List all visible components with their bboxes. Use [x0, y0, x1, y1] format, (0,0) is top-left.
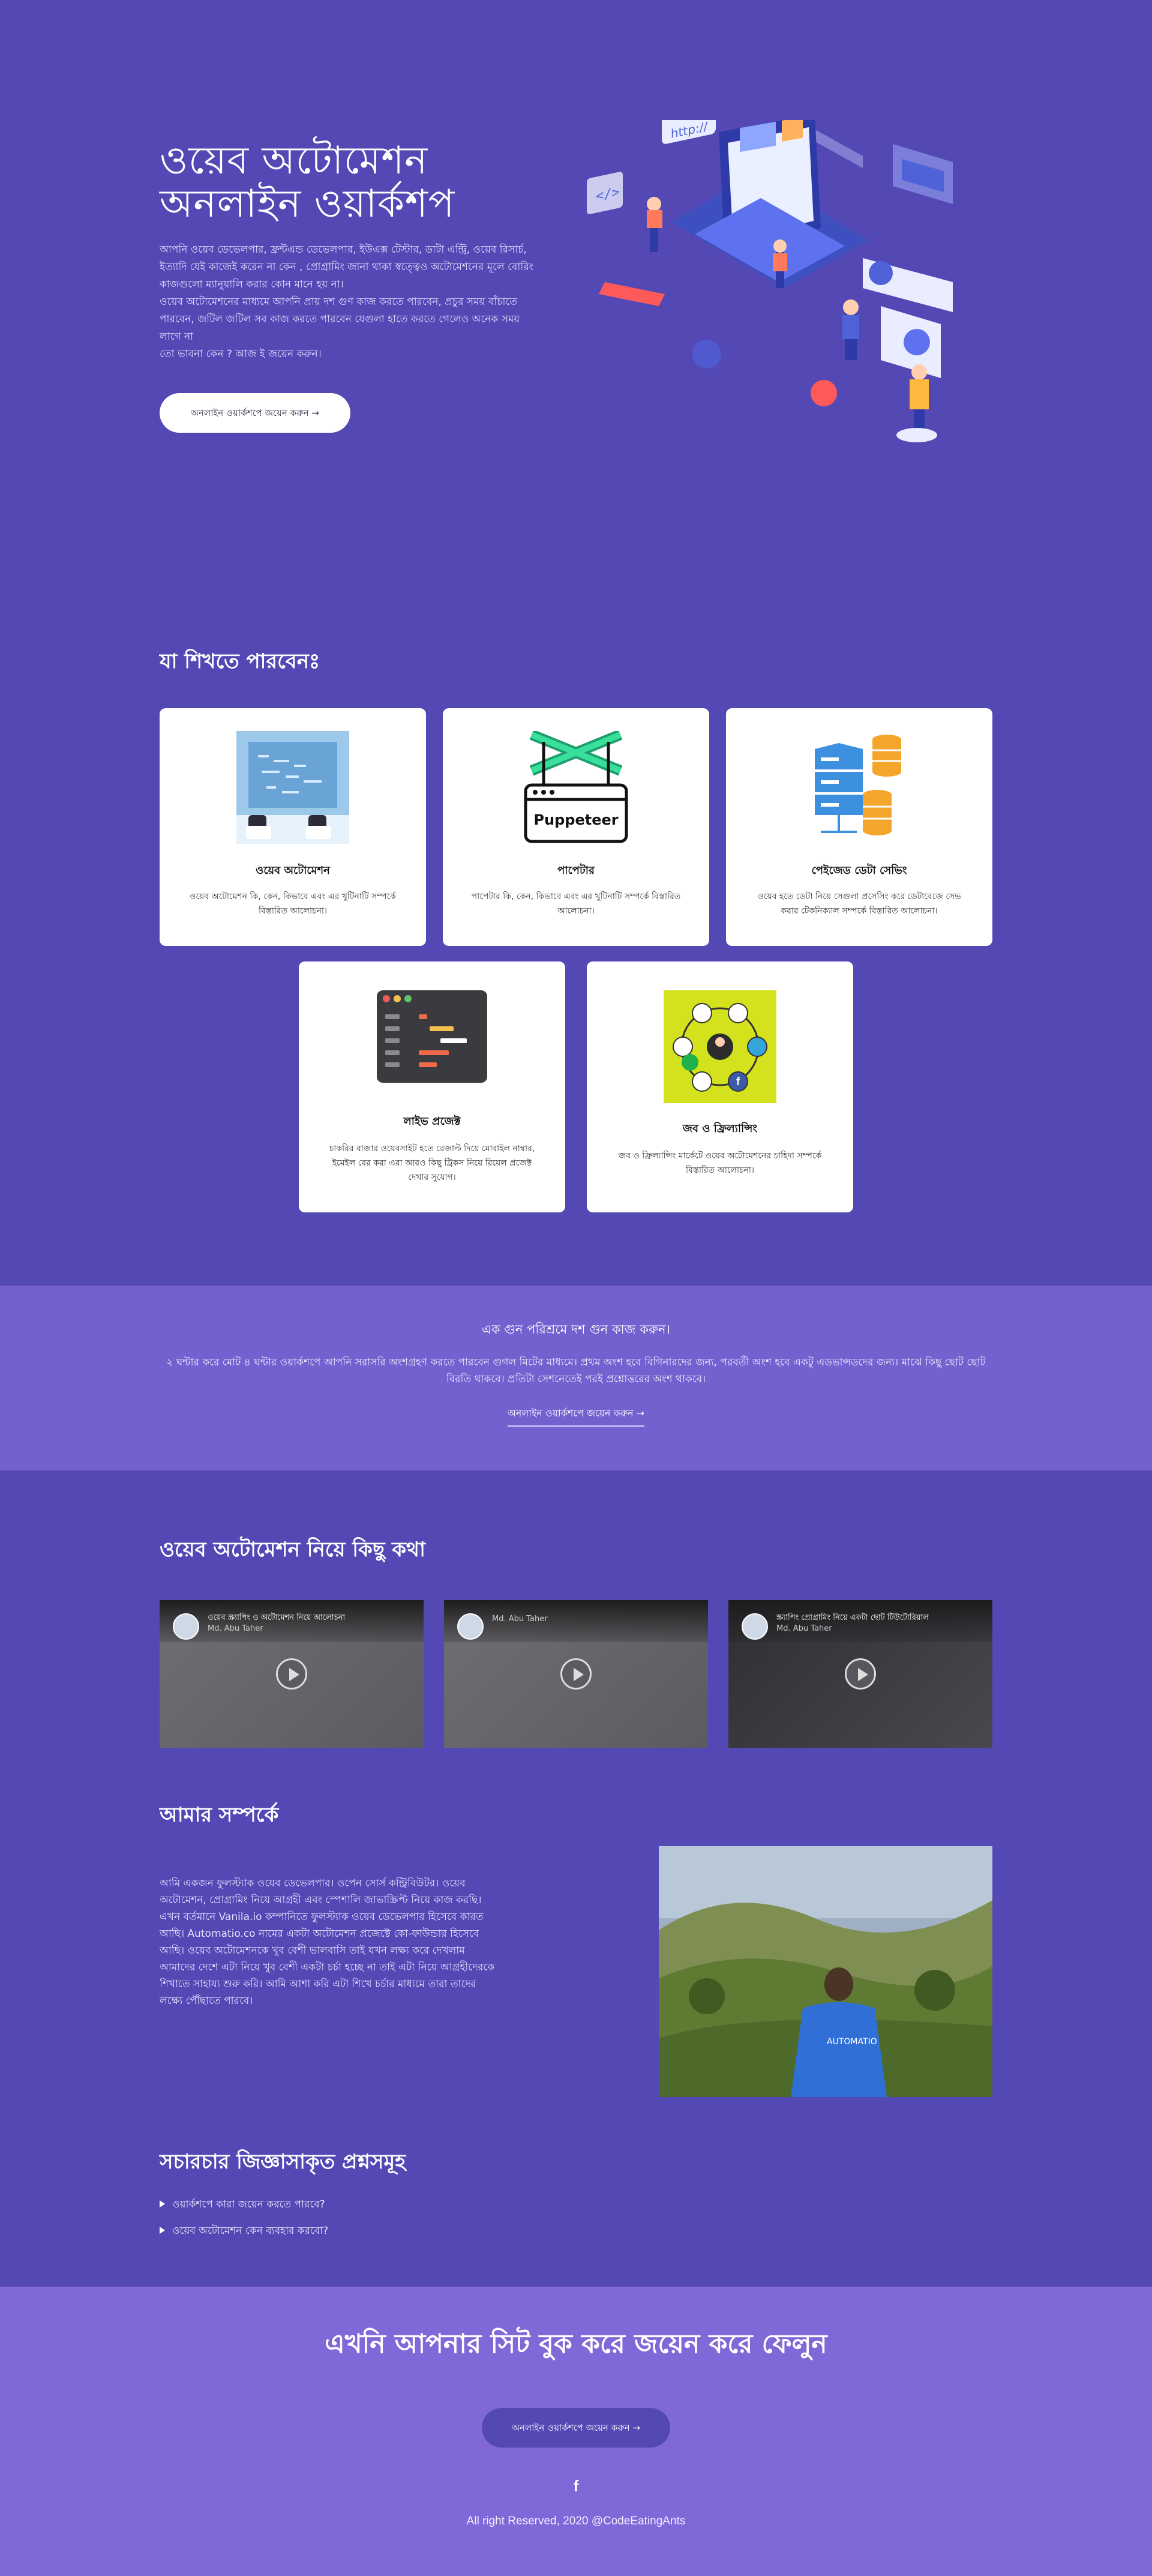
hero-title-line1: ওয়েব অটোমেশন	[160, 139, 428, 183]
caret-right-icon	[160, 2227, 165, 2234]
svg-text:AUTOMATIO: AUTOMATIO	[827, 2037, 877, 2047]
card-description: চাকরির বাজার ওয়েবসাইট হতে রেজাল্ট দিয়ে…	[329, 1144, 535, 1182]
copyright-text: All right Reserved, 2020 @CodeEatingAnts	[466, 2515, 686, 2527]
video-channel: Md. Abu Taher	[492, 1615, 548, 1624]
laptop-automation-illustration: http:// </>	[587, 120, 953, 442]
database-server-icon	[815, 735, 901, 835]
footer-cta: এখনি আপনার সিট বুক করে জয়েন করে ফেলুন অ…	[0, 2287, 1152, 2576]
puppeteer-logo-text: Puppeteer	[533, 811, 618, 828]
join-workshop-button[interactable]: অনলাইন ওয়ার্কশপে জয়েন করুন →	[482, 2408, 670, 2448]
join-workshop-button[interactable]: অনলাইন ওয়ার্কশপে জয়েন করুন →	[160, 393, 350, 433]
video-channel: Md. Abu Taher	[776, 1624, 832, 1633]
learn-section: যা শিখতে পারবেনঃ ওয়েব অটোমেশন ওয়েব অটো…	[0, 603, 1152, 1286]
caret-right-icon	[160, 2200, 165, 2207]
hero-title: ওয়েব অটোমেশন অনলাইন ওয়ার্কশপ	[160, 139, 574, 226]
hero-section: ওয়েব অটোমেশন অনলাইন ওয়ার্কশপ আপনি ওয়ে…	[0, 0, 1152, 603]
card-description: ওয়েব হতে ডেটা নিয়ে সেগুলা প্রসেসিং করে…	[757, 892, 961, 916]
play-icon[interactable]	[845, 1658, 876, 1690]
video-channel: Md. Abu Taher	[208, 1624, 263, 1633]
faq-question: ওয়েব অটোমেশন কেন ব্যবহার করবো?	[172, 2225, 329, 2237]
band-description: ২ ঘন্টার করে মোট ৪ ঘন্টার ওয়ার্কশপে আপন…	[166, 1356, 986, 1385]
hero-title-line2: অনলাইন ওয়ার্কশপ	[160, 182, 455, 226]
faq-question: ওয়ার্কশপে কারা জয়েন করতে পারবে?	[172, 2198, 325, 2210]
hero-desc-line: পারবেন, জটিল জটিল সব কাজ করতে পারবেন যেগ…	[160, 313, 520, 325]
hero-desc-line: কাজগুলো ম্যানুয়ালি করার কোন মানে হয় না…	[160, 278, 344, 290]
hero-desc-line: তো ভাবনা কেন ? আজ ই জয়েন করুন।	[160, 348, 322, 360]
hero-description: আপনি ওয়েব ডেভেলপার, ফ্রন্টএন্ড ডেভেলপার…	[160, 241, 574, 363]
faq-title: সচারচার জিজ্ঞাসাকৃত প্রশ্নসমূহ	[160, 2150, 406, 2174]
card-puppeteer: Puppeteer পাপেটার পাপেটার কি, কেন, কিভাব…	[443, 708, 709, 946]
card-description: পাপেটার কি, কেন, কিভাবে এবং এর খুটিনাটি …	[471, 892, 681, 916]
video-title: ওয়েব স্ক্র্যাপিং ও অটোমেশন নিয়ে আলোচনা	[208, 1613, 346, 1622]
band-title: এক গুন পরিশ্রমে দশ গুন কাজ করুন।	[481, 1322, 671, 1337]
card-title: পাপেটার	[557, 864, 595, 877]
hero-desc-line: আপনি ওয়েব ডেভেলপার, ফ্রন্টএন্ড ডেভেলপার…	[160, 244, 527, 256]
video-player[interactable]: ওয়েব স্ক্র্যাপিং ও অটোমেশন নিয়ে আলোচনা…	[160, 1600, 424, 1748]
automation-illustration-icon	[236, 731, 349, 844]
card-title: লাইভ প্রজেক্ট	[403, 1115, 461, 1128]
hero-desc-line: ইত্যাদি যেই কাজেই করেন না কেন , প্রোগ্রা…	[160, 261, 533, 273]
card-description: জব ও ফ্রিল্যান্সিং মার্কেটে ওয়েব অটোমেশ…	[618, 1151, 822, 1175]
avatar	[173, 1613, 199, 1640]
faq-item[interactable]: ওয়েব অটোমেশন কেন ব্যবহার করবো?	[160, 2223, 328, 2240]
card-data-saving: পেইজেড ডেটা সেভিং ওয়েব হতে ডেটা নিয়ে স…	[726, 708, 992, 946]
video-player[interactable]: স্ক্র্যাপিং প্রোগ্রামিং নিয়ে একটা ছোট ট…	[728, 1600, 992, 1748]
content-section: ওয়েব অটোমেশন নিয়ে কিছু কথা ওয়েব স্ক্র…	[0, 1470, 1152, 2287]
about-title: আমার সম্পর্কে	[160, 1803, 279, 1827]
join-workshop-link[interactable]: অনলাইন ওয়ার্কশপে জয়েন করুন →	[507, 1406, 645, 1427]
play-icon[interactable]	[276, 1658, 307, 1690]
learn-title: যা শিখতে পারবেনঃ	[160, 649, 320, 673]
card-job-freelancing: f জব ও ফ্রিল্যান্সিং জব ও ফ্রিল্যান্সিং …	[587, 961, 853, 1212]
faq-item[interactable]: ওয়ার্কশপে কারা জয়েন করতে পারবে?	[160, 2197, 325, 2213]
svg-text:f: f	[736, 1076, 740, 1088]
avatar	[457, 1613, 484, 1640]
card-live-project: লাইভ প্রজেক্ট চাকরির বাজার ওয়েবসাইট হতে…	[299, 961, 565, 1212]
card-title: জব ও ফ্রিল্যান্সিং	[682, 1122, 758, 1135]
video-player[interactable]: Md. Abu Taher	[444, 1600, 708, 1748]
facebook-icon[interactable]: f	[574, 2477, 579, 2496]
freelancing-network-icon: f	[664, 990, 776, 1103]
card-title: পেইজেড ডেটা সেভিং	[811, 864, 907, 877]
card-title: ওয়েব অটোমেশন	[256, 864, 330, 877]
hero-desc-line: লাগে না	[160, 331, 194, 343]
promo-band: এক গুন পরিশ্রমে দশ গুন কাজ করুন। ২ ঘন্টা…	[0, 1286, 1152, 1470]
talk-title: ওয়েব অটোমেশন নিয়ে কিছু কথা	[160, 1538, 425, 1562]
avatar	[742, 1613, 768, 1640]
puppeteer-logo-icon: Puppeteer	[524, 731, 628, 843]
cta-title: এখনি আপনার সিট বুক করে জয়েন করে ফেলুন	[325, 2329, 827, 2359]
card-description: ওয়েব অটোমেশন কি, কেন, কিভাবে এবং এর খুট…	[190, 892, 396, 916]
video-title: স্ক্র্যাপিং প্রোগ্রামিং নিয়ে একটা ছোট ট…	[776, 1613, 929, 1622]
profile-photo: AUTOMATIO	[659, 1846, 992, 2097]
hero-desc-line: ওয়েব অটোমেশনের মাধ্যমে আপনি প্রায় দশ গ…	[160, 296, 518, 308]
about-text: আমি একজন ফুলস্ট্যাক ওয়েব ডেভেলপার। ওপেন…	[160, 1877, 495, 2007]
code-editor-icon	[377, 990, 487, 1083]
card-web-automation: ওয়েব অটোমেশন ওয়েব অটোমেশন কি, কেন, কিভ…	[160, 708, 426, 946]
hero-text: ওয়েব অটোমেশন অনলাইন ওয়ার্কশপ আপনি ওয়ে…	[160, 139, 574, 433]
play-icon[interactable]	[560, 1658, 592, 1690]
